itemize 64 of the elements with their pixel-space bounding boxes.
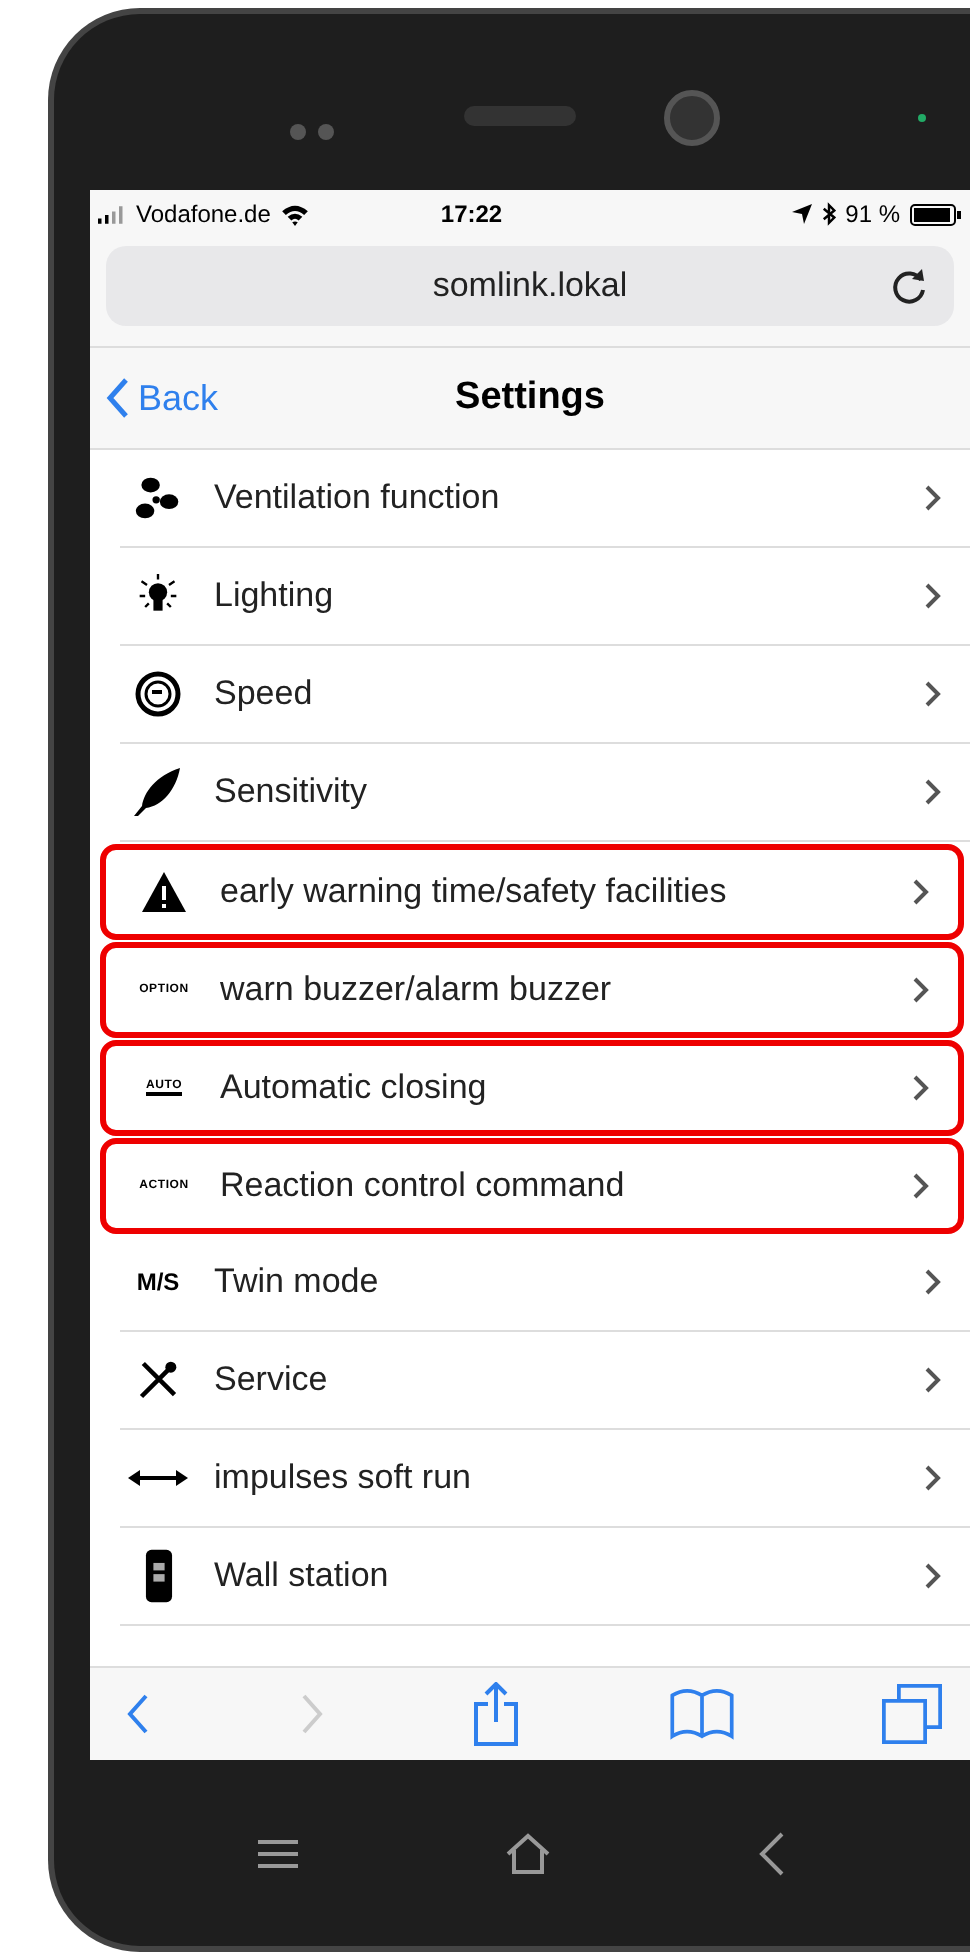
row-label: Sensitivity xyxy=(214,772,370,812)
settings-row[interactable]: Ventilation function xyxy=(120,450,970,548)
row-label: Twin mode xyxy=(214,1262,381,1302)
settings-row[interactable]: Speed xyxy=(120,646,970,744)
chevron-right-icon xyxy=(924,1268,942,1296)
gauge-icon xyxy=(134,670,182,718)
row-label: Service xyxy=(214,1360,330,1400)
bluetooth-icon xyxy=(821,202,836,226)
row-label: warn buzzer/alarm buzzer xyxy=(220,970,614,1010)
settings-row[interactable]: Service xyxy=(120,1332,970,1430)
row-label: Lighting xyxy=(214,576,336,616)
settings-row[interactable]: Lighting xyxy=(120,548,970,646)
settings-row[interactable]: Wall station xyxy=(120,1528,970,1626)
row-label: Reaction control command xyxy=(220,1166,627,1206)
chevron-right-icon xyxy=(924,1464,942,1492)
row-label: Ventilation function xyxy=(214,478,502,518)
carrier-name: Vodafone.de xyxy=(136,200,271,228)
address-bar[interactable]: somlink.lokal xyxy=(106,246,954,326)
home-icon[interactable] xyxy=(503,1831,552,1875)
clock-time: 17:22 xyxy=(440,200,503,228)
row-label: Speed xyxy=(214,674,315,714)
chevron-right-icon xyxy=(924,778,942,806)
page-title: Settings xyxy=(455,376,605,420)
row-label: impulses soft run xyxy=(214,1458,473,1498)
back-icon[interactable] xyxy=(758,1829,787,1877)
icon-label: M/S xyxy=(136,1268,180,1296)
chevron-right-icon xyxy=(924,582,942,610)
settings-row[interactable]: impulses soft run xyxy=(120,1430,970,1528)
camera-icon xyxy=(664,90,720,146)
chevron-right-icon xyxy=(912,976,930,1004)
chevron-right-icon xyxy=(924,1562,942,1590)
warning-icon xyxy=(140,870,188,914)
chevron-right-icon xyxy=(924,484,942,512)
back-button[interactable]: Back xyxy=(90,376,219,420)
chevron-right-icon xyxy=(912,878,930,906)
remote-control-icon xyxy=(143,1548,173,1604)
location-arrow-icon xyxy=(791,204,812,224)
chevron-right-icon xyxy=(912,1172,930,1200)
settings-row[interactable]: Sensitivity xyxy=(120,744,970,842)
chevron-right-icon xyxy=(912,1074,930,1102)
row-label: Wall station xyxy=(214,1556,391,1596)
propeller-icon xyxy=(134,474,182,522)
sensor-dots-icon xyxy=(290,124,334,140)
tools-icon xyxy=(136,1358,180,1402)
share-icon[interactable] xyxy=(472,1682,520,1746)
chevron-left-icon xyxy=(106,376,130,420)
chevron-right-icon xyxy=(924,1366,942,1394)
settings-row[interactable]: M/S Twin mode xyxy=(120,1234,970,1332)
url-text: somlink.lokal xyxy=(432,266,628,306)
battery-percent: 91 % xyxy=(845,200,900,228)
battery-icon xyxy=(910,203,962,225)
signal-icon xyxy=(98,205,126,223)
double-arrow-icon xyxy=(128,1468,188,1488)
row-label: early warning time/safety facilities xyxy=(220,872,729,912)
wifi-icon xyxy=(280,203,311,225)
row-label: Automatic closing xyxy=(220,1068,489,1108)
sensor-icon xyxy=(918,114,926,122)
reload-icon[interactable] xyxy=(890,266,930,306)
chevron-right-icon xyxy=(924,680,942,708)
feather-icon xyxy=(132,766,184,818)
tabs-icon[interactable] xyxy=(882,1684,942,1744)
menu-icon[interactable] xyxy=(257,1837,298,1869)
book-icon[interactable] xyxy=(669,1688,733,1740)
settings-row[interactable]: early warning time/safety facilities xyxy=(100,844,964,940)
